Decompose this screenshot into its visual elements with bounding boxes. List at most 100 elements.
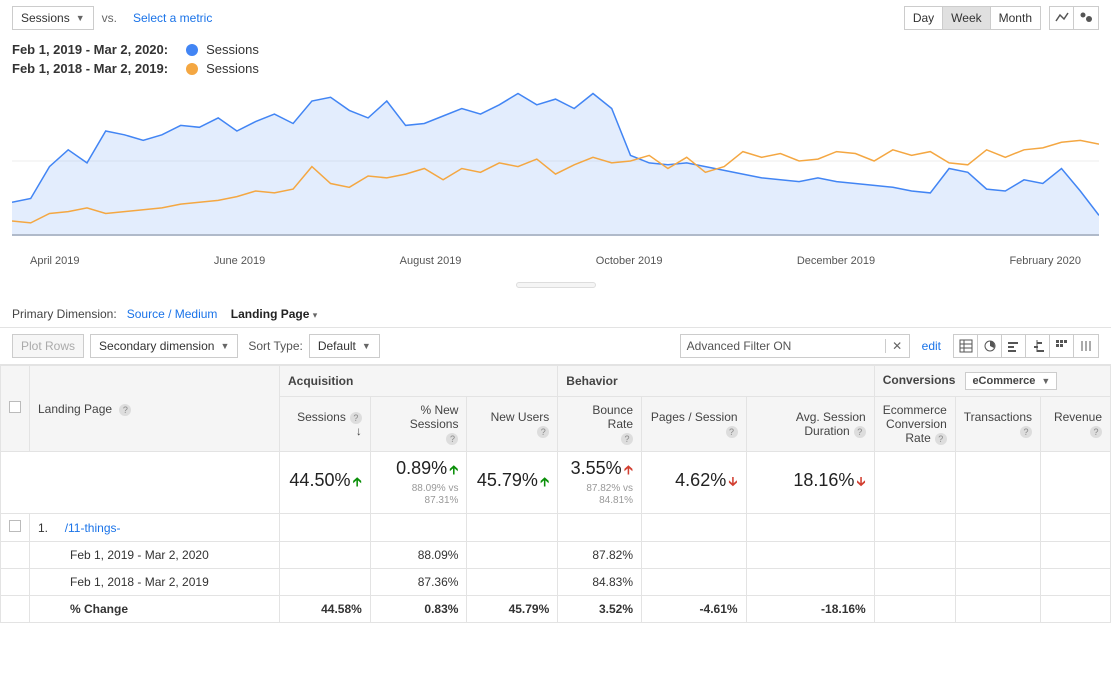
dimension-source-medium[interactable]: Source / Medium: [127, 307, 218, 321]
secondary-dimension-dropdown[interactable]: Secondary dimension ▼: [90, 334, 238, 358]
table-view-toggle: [953, 334, 1099, 358]
legend-range-b: Feb 1, 2018 - Mar 2, 2019:: [12, 61, 168, 76]
help-icon[interactable]: ?: [854, 426, 866, 438]
help-icon[interactable]: ?: [1090, 426, 1102, 438]
help-icon[interactable]: ?: [621, 433, 633, 445]
arrow-up-icon: 🡱: [352, 474, 361, 489]
group-behavior: Behavior: [558, 366, 874, 397]
chart-type-line-icon[interactable]: [1050, 7, 1074, 29]
chart-x-axis: April 2019June 2019August 2019October 20…: [0, 251, 1111, 275]
legend-dot-b: [186, 63, 198, 75]
table-row: 1. /11-things-: [1, 514, 1111, 542]
legend-dot-a: [186, 44, 198, 56]
help-icon[interactable]: ?: [350, 412, 362, 424]
summary-sessions: 44.50%: [289, 470, 350, 490]
legend-label-b: Sessions: [206, 61, 259, 76]
primary-dimension-row: Primary Dimension: Source / Medium Landi…: [0, 301, 1111, 327]
chart-type-motion-icon[interactable]: [1074, 7, 1098, 29]
cell-avg-dur-change: -18.16%: [746, 596, 874, 623]
time-day-button[interactable]: Day: [905, 7, 943, 29]
sort-type-value: Default: [318, 339, 356, 353]
view-percentage-icon[interactable]: [978, 335, 1002, 357]
cell-pct-new-a: 88.09%: [370, 542, 467, 569]
help-icon[interactable]: ?: [935, 433, 947, 445]
legend-label-a: Sessions: [206, 42, 259, 57]
arrow-up-icon: 🡱: [540, 474, 549, 489]
chevron-down-icon: ▼: [1041, 376, 1050, 386]
secondary-dimension-label: Secondary dimension: [99, 339, 214, 353]
col-pages[interactable]: Pages / Session?: [642, 397, 747, 452]
col-ecom-rate[interactable]: Ecommerce Conversion Rate?: [874, 397, 955, 452]
chart-resize-handle[interactable]: [0, 275, 1111, 301]
view-performance-icon[interactable]: [1002, 335, 1026, 357]
help-icon[interactable]: ?: [446, 433, 458, 445]
summary-pct-new: 0.89%: [396, 458, 447, 478]
row-pct-change: % Change: [30, 596, 280, 623]
time-week-button[interactable]: Week: [943, 7, 990, 29]
col-new-users[interactable]: New Users?: [467, 397, 558, 452]
advanced-filter-input[interactable]: Advanced Filter ON ✕: [680, 334, 910, 358]
summary-pages: 4.62%: [675, 470, 726, 490]
sort-desc-icon: ↓: [356, 424, 362, 438]
col-pct-new[interactable]: % New Sessions?: [370, 397, 467, 452]
cell-pct-new-change: 0.83%: [370, 596, 467, 623]
col-bounce[interactable]: Bounce Rate?: [558, 397, 642, 452]
arrow-down-icon: 🡳: [728, 474, 737, 489]
row-number: 1.: [38, 521, 48, 535]
table-row: % Change 44.58% 0.83% 45.79% 3.52% -4.61…: [1, 596, 1111, 623]
group-acquisition: Acquisition: [280, 366, 558, 397]
dimension-landing-page[interactable]: Landing Page: [231, 307, 310, 321]
view-term-cloud-icon[interactable]: [1050, 335, 1074, 357]
primary-dimension-label: Primary Dimension:: [12, 307, 117, 321]
metric-dropdown[interactable]: Sessions ▼: [12, 6, 94, 30]
summary-pct-new-sub1: 88.09% vs: [379, 483, 459, 495]
table-row: Feb 1, 2019 - Mar 2, 2020 88.09% 87.82%: [1, 542, 1111, 569]
row-period-b: Feb 1, 2018 - Mar 2, 2019: [30, 569, 280, 596]
conversions-dropdown[interactable]: eCommerce ▼: [965, 372, 1057, 390]
row-period-a: Feb 1, 2019 - Mar 2, 2020: [30, 542, 280, 569]
col-avg-dur[interactable]: Avg. Session Duration?: [746, 397, 874, 452]
col-sessions[interactable]: Sessions?↓: [280, 397, 371, 452]
time-month-button[interactable]: Month: [991, 7, 1040, 29]
legend-range-a: Feb 1, 2019 - Mar 2, 2020:: [12, 42, 168, 57]
x-tick: April 2019: [30, 255, 80, 267]
cell-pct-new-b: 87.36%: [370, 569, 467, 596]
col-transactions[interactable]: Transactions?: [955, 397, 1040, 452]
view-comparison-icon[interactable]: [1026, 335, 1050, 357]
chevron-down-icon: ▾: [313, 310, 318, 320]
legend: Feb 1, 2019 - Mar 2, 2020: Sessions Feb …: [0, 36, 1111, 86]
table-row: Feb 1, 2018 - Mar 2, 2019 87.36% 84.83%: [1, 569, 1111, 596]
summary-new-users: 45.79%: [477, 470, 538, 490]
select-metric-link[interactable]: Select a metric: [125, 11, 212, 25]
summary-bounce-sub2: 84.81%: [566, 495, 633, 507]
chevron-down-icon: ▼: [220, 341, 229, 351]
view-pivot-icon[interactable]: [1074, 335, 1098, 357]
col-revenue[interactable]: Revenue?: [1041, 397, 1111, 452]
sort-type-dropdown[interactable]: Default ▼: [309, 334, 380, 358]
vs-label: vs.: [102, 11, 117, 25]
cell-bounce-b: 84.83%: [558, 569, 642, 596]
arrow-down-icon: 🡳: [856, 474, 865, 489]
metric-dropdown-label: Sessions: [21, 11, 70, 25]
help-icon[interactable]: ?: [726, 426, 738, 438]
row-landing-page-link[interactable]: /11-things-: [65, 521, 121, 535]
edit-filter-link[interactable]: edit: [916, 339, 947, 353]
cell-new-users-change: 45.79%: [467, 596, 558, 623]
arrow-up-icon: 🡱: [624, 462, 633, 477]
help-icon[interactable]: ?: [119, 404, 131, 416]
view-data-table-icon[interactable]: [954, 335, 978, 357]
clear-filter-icon[interactable]: ✕: [885, 339, 909, 353]
sort-type-label: Sort Type:: [248, 339, 302, 353]
x-tick: February 2020: [1009, 255, 1081, 267]
sessions-chart: [12, 86, 1099, 251]
report-table: Landing Page ? Acquisition Behavior Conv…: [0, 365, 1111, 623]
chevron-down-icon: ▼: [362, 341, 371, 351]
help-icon[interactable]: ?: [537, 426, 549, 438]
time-granularity-toggle: Day Week Month: [904, 6, 1041, 30]
row-checkbox[interactable]: [9, 520, 21, 532]
help-icon[interactable]: ?: [1020, 426, 1032, 438]
select-all-checkbox[interactable]: [9, 401, 21, 413]
cell-bounce-change: 3.52%: [558, 596, 642, 623]
col-landing-page[interactable]: Landing Page: [38, 402, 112, 416]
x-tick: December 2019: [797, 255, 875, 267]
